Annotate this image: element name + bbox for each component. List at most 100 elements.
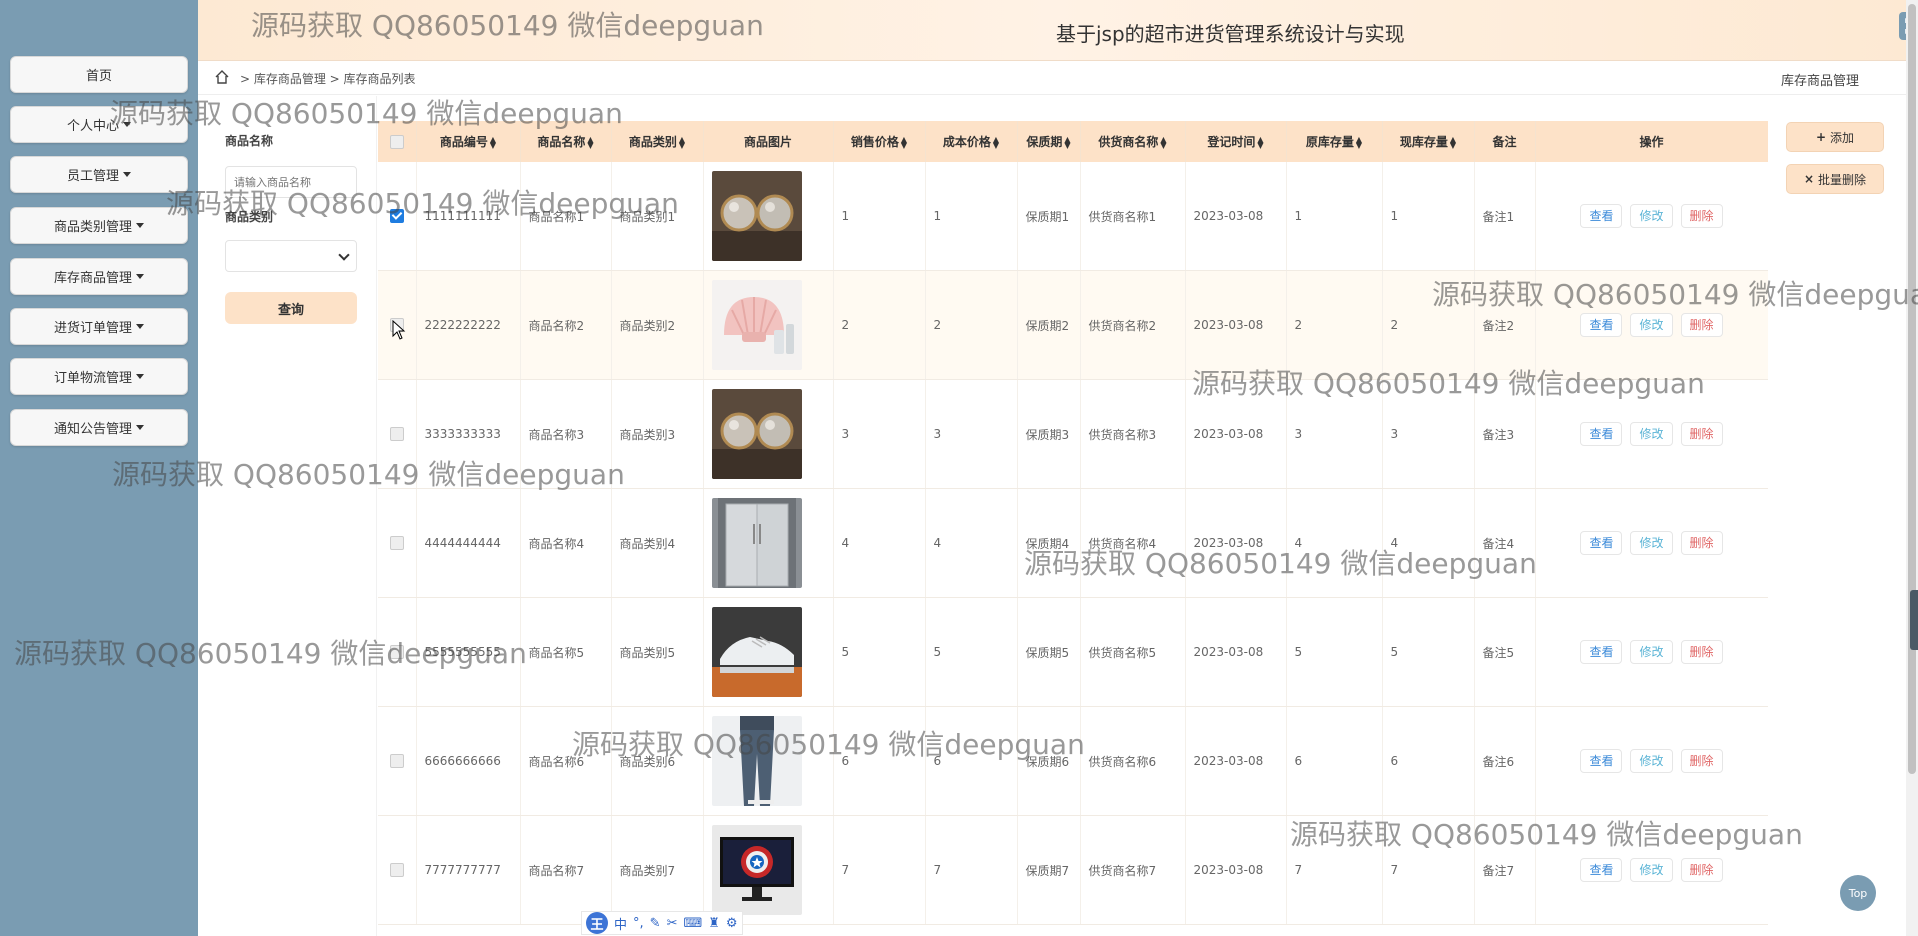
col-header[interactable]: 销售价格 ▲ ▼: [833, 121, 926, 162]
edit-button[interactable]: 修改: [1630, 640, 1673, 664]
cell-supplier: 供货商名称1: [1080, 162, 1186, 271]
view-button[interactable]: 查看: [1580, 313, 1623, 337]
cell-supplier: 供货商名称5: [1080, 597, 1186, 707]
table-row: 1111111111 商品名称1 商品类别1 1 1 保质期1 供货商名称1 2023-03-…: [378, 162, 1768, 271]
cell-actions: 查看 修改 删除: [1535, 379, 1768, 489]
row-checkbox[interactable]: [378, 597, 417, 707]
pen-icon[interactable]: ✎: [650, 916, 661, 931]
delete-button[interactable]: 删除: [1680, 204, 1723, 228]
product-type-select[interactable]: [225, 240, 357, 272]
view-button[interactable]: 查看: [1580, 749, 1623, 773]
cell-cost-price: 6: [925, 706, 1018, 816]
product-image[interactable]: [711, 825, 802, 915]
product-image[interactable]: [711, 607, 802, 697]
sidebar-item-home[interactable]: 首页: [10, 56, 188, 93]
home-icon[interactable]: [214, 69, 230, 85]
view-button[interactable]: 查看: [1580, 204, 1623, 228]
ime-logo-icon[interactable]: 王: [586, 912, 608, 934]
cell-note: 备注7: [1474, 815, 1536, 925]
col-header[interactable]: 现库存量 ▲ ▼: [1382, 121, 1475, 162]
row-checkbox[interactable]: [378, 162, 417, 271]
sidebar-item-inventory[interactable]: 库存商品管理: [10, 258, 188, 295]
delete-button[interactable]: 删除: [1680, 422, 1723, 446]
cell-actions: 查看 修改 删除: [1535, 488, 1768, 598]
search-button[interactable]: 查询: [225, 292, 357, 324]
col-header[interactable]: 原库存量 ▲ ▼: [1286, 121, 1383, 162]
caret-down-icon: [136, 425, 144, 430]
punctuation-icon[interactable]: °,: [633, 916, 644, 931]
delete-button[interactable]: 删除: [1680, 749, 1723, 773]
scrollbar-thumb[interactable]: [1908, 4, 1916, 774]
sidebar-item-category[interactable]: 商品类别管理: [10, 207, 188, 244]
cell-current-stock: 7: [1382, 815, 1475, 925]
edit-button[interactable]: 修改: [1630, 204, 1673, 228]
col-header[interactable]: 商品类别 ▲ ▼: [611, 121, 704, 162]
col-header[interactable]: 保质期 ▲ ▼: [1017, 121, 1081, 162]
col-header[interactable]: 登记时间 ▲ ▼: [1185, 121, 1287, 162]
row-checkbox[interactable]: [378, 488, 417, 598]
cell-name: 商品名称2: [520, 270, 612, 380]
view-button[interactable]: 查看: [1580, 531, 1623, 555]
sidebar-item-employee[interactable]: 员工管理: [10, 156, 188, 193]
edit-button[interactable]: 修改: [1630, 531, 1673, 555]
cell-original-stock: 7: [1286, 815, 1383, 925]
add-button[interactable]: + 添加: [1786, 122, 1884, 152]
sidebar-item-personal-center[interactable]: 个人中心: [10, 106, 188, 143]
cell-shelf-life: 保质期3: [1017, 379, 1081, 489]
skin-icon[interactable]: ♜: [708, 916, 720, 931]
delete-button[interactable]: 删除: [1680, 531, 1723, 555]
cell-id: 6666666666: [416, 706, 521, 816]
side-handle[interactable]: [1910, 590, 1918, 650]
product-image[interactable]: [711, 716, 802, 806]
view-button[interactable]: 查看: [1580, 858, 1623, 882]
table-row: 7777777777 商品名称7 商品类别7 7 7 保质期7 供货商名称7 2023-03-…: [378, 815, 1768, 925]
product-image[interactable]: [711, 171, 802, 261]
sidebar-item-purchase-order[interactable]: 进货订单管理: [10, 308, 188, 345]
cell-type: 商品类别6: [611, 706, 704, 816]
type-label: 商品类别: [225, 210, 274, 224]
mouse-cursor-icon: [392, 320, 406, 340]
delete-button[interactable]: 删除: [1680, 640, 1723, 664]
sort-icon: ▲ ▼: [489, 134, 497, 150]
row-checkbox[interactable]: [378, 815, 417, 925]
edit-button[interactable]: 修改: [1630, 858, 1673, 882]
product-image[interactable]: [711, 280, 802, 370]
product-name-input[interactable]: [225, 166, 357, 198]
sidebar-item-logistics[interactable]: 订单物流管理: [10, 358, 188, 395]
sort-icon: ▲ ▼: [1257, 134, 1264, 150]
cell-date: 2023-03-08: [1185, 488, 1287, 598]
breadcrumb-path[interactable]: > 库存商品管理 > 库存商品列表: [240, 70, 416, 87]
scissors-icon[interactable]: ✂: [667, 916, 678, 931]
delete-button[interactable]: 删除: [1680, 858, 1723, 882]
cell-id: 2222222222: [416, 270, 521, 380]
table-row: 4444444444 商品名称4 商品类别4 4 4 保质期4 供货商名称4 2023-03-…: [378, 488, 1768, 598]
caret-down-icon: [136, 274, 144, 279]
col-header[interactable]: 商品名称 ▲ ▼: [520, 121, 612, 162]
delete-button[interactable]: 删除: [1680, 313, 1723, 337]
cell-type: 商品类别1: [611, 162, 704, 271]
keyboard-icon[interactable]: ⌨: [683, 916, 702, 931]
edit-button[interactable]: 修改: [1630, 313, 1673, 337]
sidebar-item-notice[interactable]: 通知公告管理: [10, 409, 188, 446]
cell-image: [703, 706, 834, 816]
col-header[interactable]: 供货商名称 ▲ ▼: [1080, 121, 1186, 162]
col-header[interactable]: 成本价格 ▲ ▼: [925, 121, 1018, 162]
ime-chinese-toggle[interactable]: 中: [614, 914, 627, 933]
back-to-top-button[interactable]: Top: [1840, 875, 1876, 911]
view-button[interactable]: 查看: [1580, 422, 1623, 446]
cell-image: [703, 162, 834, 271]
batch-delete-button[interactable]: × 批量删除: [1786, 164, 1884, 194]
product-image[interactable]: [711, 498, 802, 588]
edit-button[interactable]: 修改: [1630, 749, 1673, 773]
col-header[interactable]: 商品编号 ▲ ▼: [416, 121, 521, 162]
edit-button[interactable]: 修改: [1630, 422, 1673, 446]
row-checkbox[interactable]: [378, 706, 417, 816]
view-button[interactable]: 查看: [1580, 640, 1623, 664]
gear-icon[interactable]: ⚙: [726, 916, 738, 931]
select-all-checkbox[interactable]: [378, 121, 417, 162]
scrollbar[interactable]: [1906, 0, 1918, 936]
product-image[interactable]: [711, 389, 802, 479]
row-checkbox[interactable]: [378, 379, 417, 489]
cell-shelf-life: 保质期4: [1017, 488, 1081, 598]
cell-type: 商品类别5: [611, 597, 704, 707]
